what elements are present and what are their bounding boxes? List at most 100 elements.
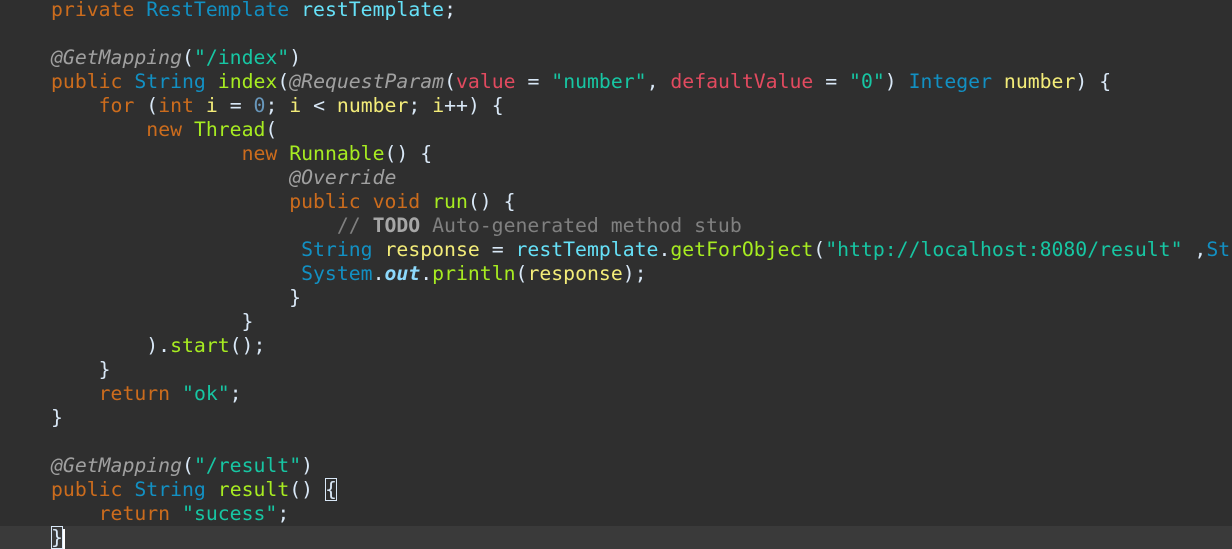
code-token: public [289,190,361,213]
code-line[interactable]: return "sucess"; [0,502,1232,526]
code-token: getForObject [670,238,814,261]
code-token: ( [182,454,194,477]
code-token: ( [182,46,194,69]
code-token: . [372,262,385,285]
code-line[interactable] [0,430,1232,454]
code-token: () { [467,190,516,213]
code-line[interactable]: } [0,406,1232,430]
code-token: ) [301,454,314,477]
code-token: response [527,262,623,285]
code-line[interactable]: } [0,358,1232,382]
code-line[interactable]: System.out.println(response); [0,262,1232,286]
code-token: number [1003,70,1076,93]
code-token: public [51,478,123,501]
code-token: Runnable [289,142,385,165]
code-token: = [515,70,552,93]
code-line[interactable]: new Runnable() { [0,142,1232,166]
code-line[interactable]: for (int i = 0; i < number; i++) { [0,94,1232,118]
code-editor[interactable]: private RestTemplate restTemplate; @GetMa… [0,0,1232,549]
code-line[interactable]: public String result() { [0,478,1232,502]
code-token: ); [622,262,647,285]
code-token: restTemplate [515,238,659,261]
code-line[interactable]: @GetMapping("/index") [0,46,1232,70]
code-token: i [289,94,302,117]
code-line[interactable]: } [0,310,1232,334]
code-token: ) { [1075,70,1112,93]
code-line[interactable]: public void run() { [0,190,1232,214]
code-token: ( [813,238,826,261]
code-token: return [98,382,171,405]
code-line[interactable]: new Thread( [0,118,1232,142]
code-line[interactable]: @Override [0,166,1232,190]
code-line[interactable]: public String index(@RequestParam(value … [0,70,1232,94]
code-token: // [336,214,373,237]
code-token: ( [265,118,278,141]
code-token: , [1182,238,1207,261]
code-token: i [432,94,445,117]
code-line[interactable] [0,22,1232,46]
code-line[interactable]: // TODO Auto-generated method stub [0,214,1232,238]
code-line[interactable]: private RestTemplate restTemplate; [0,0,1232,22]
code-token: "ok" [182,382,230,405]
code-token: ) [884,70,909,93]
code-token: Thread [193,118,266,141]
code-token: = [479,238,516,261]
code-token: "0" [849,70,885,93]
text-cursor [62,528,65,549]
code-token: ; [277,502,290,525]
code-token: restTemplate [301,0,445,21]
code-token: ; [444,0,456,21]
code-token: index [217,70,278,93]
code-token: String [301,238,373,261]
code-token: ) [289,46,302,69]
code-token: ( [515,262,528,285]
code-token: String [1206,238,1232,261]
code-token: public [51,70,123,93]
code-token: ( [277,70,290,93]
code-token: println [432,262,516,285]
code-token: , [646,70,671,93]
code-token: @GetMapping [51,454,183,477]
code-token: Integer [908,70,992,93]
code-token: for [98,94,135,117]
code-token: String [134,478,206,501]
code-token: @GetMapping [51,46,183,69]
code-token: new [241,142,278,165]
code-token: i [205,94,218,117]
code-line[interactable]: return "ok"; [0,382,1232,406]
code-line[interactable]: } [0,286,1232,310]
code-line[interactable]: } [0,526,1232,549]
code-line[interactable]: ).start(); [0,334,1232,358]
code-token: number [336,94,409,117]
code-token: . [420,262,433,285]
code-token: = [813,70,850,93]
code-line[interactable]: String response = restTemplate.getForObj… [0,238,1232,262]
code-token: . [658,238,671,261]
code-token: "sucess" [182,502,278,525]
code-token: private [51,0,135,21]
code-token: start [170,334,230,357]
code-token: int [158,94,194,117]
code-token: value [456,70,516,93]
code-token: result [217,478,290,501]
code-token: TODO [372,214,421,237]
code-line[interactable]: @GetMapping("/result") [0,454,1232,478]
code-token: RestTemplate [146,0,290,21]
code-token: ; [229,382,242,405]
code-token: "/result" [193,454,302,477]
